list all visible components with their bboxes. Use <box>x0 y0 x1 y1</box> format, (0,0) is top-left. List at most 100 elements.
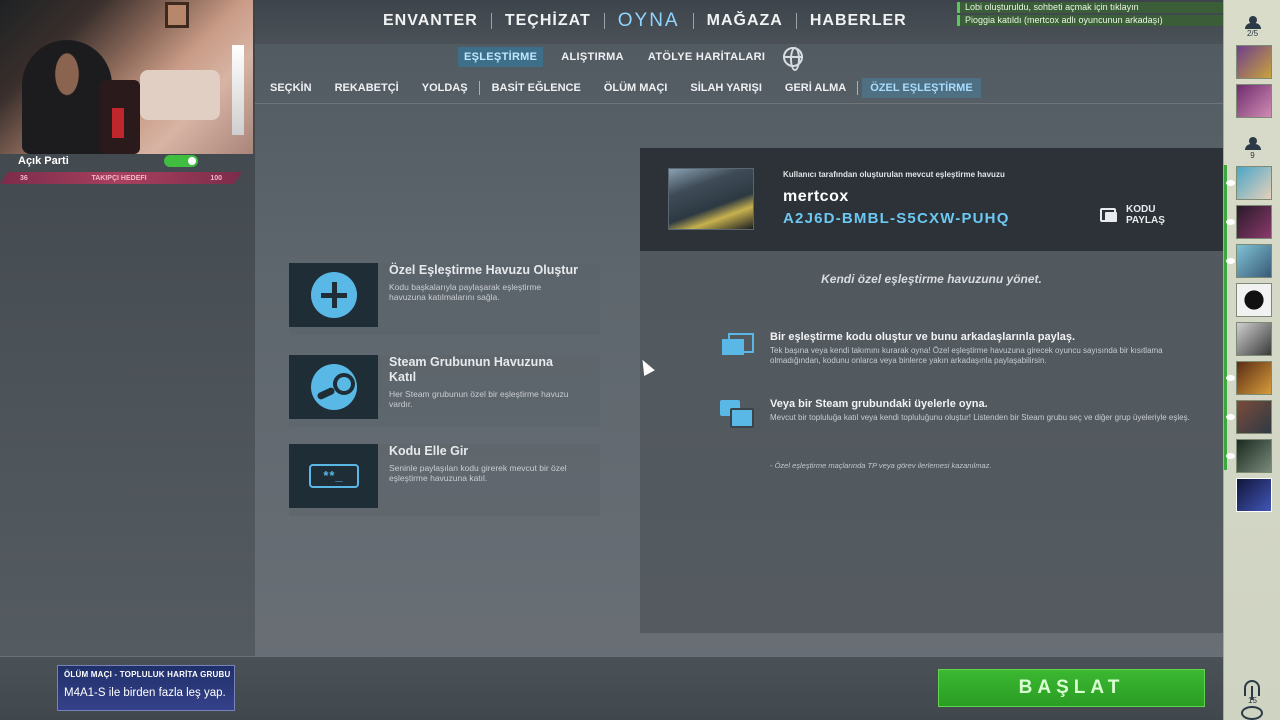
friend-avatar-6[interactable] <box>1236 361 1272 395</box>
watching-icon <box>1226 453 1235 459</box>
party-count: 2/5 <box>1246 29 1259 38</box>
mode-retakes[interactable]: GERİ ALMA <box>777 78 854 98</box>
event-title: ÖLÜM MAÇI - TOPLULUK HARİTA GRUBU <box>64 670 231 679</box>
friend-avatar-7[interactable] <box>1236 400 1272 434</box>
option-title: Özel Eşleştirme Havuzu Oluştur <box>389 263 578 277</box>
start-button[interactable]: BAŞLAT <box>938 669 1205 707</box>
cards-icon <box>720 333 754 359</box>
option-icon-box <box>289 263 378 327</box>
nav-divider <box>692 13 694 29</box>
gaming-chair <box>100 80 140 154</box>
option-desc: Her Steam grubunun özel bir eşleştirme h… <box>389 389 569 409</box>
mode-premier[interactable]: SEÇKİN <box>262 78 320 98</box>
party-label: Açık Parti <box>18 155 69 167</box>
mode-deathmatch[interactable]: ÖLÜM MAÇI <box>596 78 676 98</box>
sofa <box>140 70 220 120</box>
mode-arms-race[interactable]: SİLAH YARIŞI <box>682 78 770 98</box>
notification-stack: Lobi oluşturuldu, sohbeti açmak için tık… <box>957 2 1223 28</box>
option-icon-box: **_ <box>289 444 378 508</box>
friends-icon[interactable] <box>1245 137 1261 150</box>
xp-note: - Özel eşleştirme maçlarında TP veya gör… <box>770 461 992 470</box>
wall-picture <box>165 2 189 28</box>
nav-divider <box>795 13 797 29</box>
mode-casual[interactable]: BASİT EĞLENCE <box>484 78 589 98</box>
watching-icon <box>1226 219 1235 225</box>
event-banner[interactable]: ÖLÜM MAÇI - TOPLULUK HARİTA GRUBU M4A1-S… <box>57 665 235 711</box>
feature-title: Bir eşleştirme kodu oluştur ve bunu arka… <box>770 331 1076 343</box>
feature-share-code: Bir eşleştirme kodu oluştur ve bunu arka… <box>720 331 1200 366</box>
tab-matchmaking[interactable]: EŞLEŞTİRME <box>458 47 544 67</box>
event-subtitle: M4A1-S ile birden fazla leş yap. <box>64 687 226 699</box>
online-indicator <box>1224 165 1227 470</box>
feature-desc: Mevcut bir topluluğa katıl veya kendi to… <box>770 413 1190 422</box>
mode-private-matchmaking[interactable]: ÖZEL EŞLEŞTİRME <box>862 78 981 98</box>
globe-icon[interactable] <box>783 47 804 71</box>
watching-icon <box>1226 180 1235 186</box>
watching-icon <box>1226 375 1235 381</box>
friend-avatar-1[interactable] <box>1236 166 1272 200</box>
tab-workshop-maps[interactable]: ATÖLYE HARİTALARI <box>642 47 771 67</box>
friends-count: 9 <box>1250 151 1255 160</box>
goal-current: 36 <box>20 174 28 182</box>
follower-goal-bar: 36 TAKIPÇI HEDEFI 100 <box>0 172 242 184</box>
webcam-overlay <box>0 0 253 154</box>
nav-divider <box>603 13 605 29</box>
mode-divider <box>478 81 480 95</box>
lobby-owner-name: mertcox <box>783 188 849 205</box>
sub-nav: EŞLEŞTİRME ALIŞTIRMA ATÖLYE HARİTALARI <box>458 47 804 71</box>
option-enter-code[interactable]: **_ Kodu Elle Gir Seninle paylaşılan kod… <box>289 444 600 516</box>
notification-player-joined[interactable]: Pioggia katıldı (mertcox adlı oyuncunun … <box>957 15 1223 26</box>
nav-news[interactable]: HABERLER <box>810 12 907 30</box>
plus-icon <box>310 272 357 318</box>
cs-logo-icon <box>1241 706 1263 720</box>
nav-inventory[interactable]: ENVANTER <box>383 12 478 30</box>
lobby-caption: Kullanıcı tarafından oluşturulan mevcut … <box>783 170 1005 179</box>
nav-rule <box>255 103 1223 104</box>
option-join-steam-group[interactable]: Steam Grubunun Havuzuna Katıl Her Steam … <box>289 355 600 427</box>
option-create-pool[interactable]: Özel Eşleştirme Havuzu Oluştur Kodu başk… <box>289 263 600 335</box>
goal-label: TAKIPÇI HEDEFI <box>91 174 147 182</box>
party-row[interactable]: Açık Parti <box>18 153 198 169</box>
party-avatar-1[interactable] <box>1236 45 1272 79</box>
mode-competitive[interactable]: REKABETÇİ <box>327 78 407 98</box>
lobby-thumbnail <box>668 168 754 230</box>
share-label: KODU PAYLAŞ <box>1126 204 1165 226</box>
feature-desc: Tek başına veya kendi takımını kurarak o… <box>770 346 1163 365</box>
code-icon: **_ <box>308 464 359 488</box>
manage-heading: Kendi özel eşleştirme havuzunu yönet. <box>821 272 1042 286</box>
goal-target: 100 <box>210 174 222 182</box>
private-matchmaking-panel: Kullanıcı tarafından oluşturulan mevcut … <box>640 148 1223 633</box>
party-toggle[interactable] <box>164 155 198 167</box>
mode-wingman[interactable]: YOLDAŞ <box>414 78 476 98</box>
nav-store[interactable]: MAĞAZA <box>707 12 783 30</box>
friend-avatar-3[interactable] <box>1236 244 1272 278</box>
friend-avatar-2[interactable] <box>1236 205 1272 239</box>
watching-icon <box>1226 414 1235 420</box>
share-code-button[interactable]: KODU PAYLAŞ <box>1100 204 1186 226</box>
notification-lobby-created[interactable]: Lobi oluşturuldu, sohbeti açmak için tık… <box>957 2 1223 13</box>
group-icon <box>720 400 754 428</box>
friend-avatar-4[interactable] <box>1236 283 1272 317</box>
friend-avatar-8[interactable] <box>1236 439 1272 473</box>
nav-play[interactable]: OYNA <box>618 10 680 32</box>
lobby-card: Kullanıcı tarafından oluşturulan mevcut … <box>640 148 1223 251</box>
game-mode-nav: SEÇKİN REKABETÇİ YOLDAŞ BASİT EĞLENCE ÖL… <box>262 78 988 98</box>
option-desc: Seninle paylaşılan kodu girerek mevcut b… <box>389 463 567 483</box>
option-title: Kodu Elle Gir <box>389 444 469 458</box>
lobby-code[interactable]: A2J6D-BMBL-S5CXW-PUHQ <box>783 210 1010 227</box>
feature-title: Veya bir Steam grubundaki üyelerle oyna. <box>770 398 988 410</box>
nav-loadout[interactable]: TEÇHİZAT <box>505 12 591 30</box>
option-icon-box <box>289 355 378 419</box>
tab-practice[interactable]: ALIŞTIRMA <box>555 47 630 67</box>
copy-icon <box>1100 208 1117 222</box>
party-avatar-2[interactable] <box>1236 84 1272 118</box>
broadcast-icon[interactable] <box>1244 680 1260 700</box>
option-title: Steam Grubunun Havuzuna Katıl <box>389 355 553 384</box>
party-icon[interactable] <box>1245 16 1261 29</box>
mode-divider <box>857 81 859 95</box>
lamp <box>232 45 244 135</box>
watching-icon <box>1226 258 1235 264</box>
friend-avatar-5[interactable] <box>1236 322 1272 356</box>
nav-divider <box>490 13 492 29</box>
friend-avatar-9[interactable] <box>1236 478 1272 512</box>
